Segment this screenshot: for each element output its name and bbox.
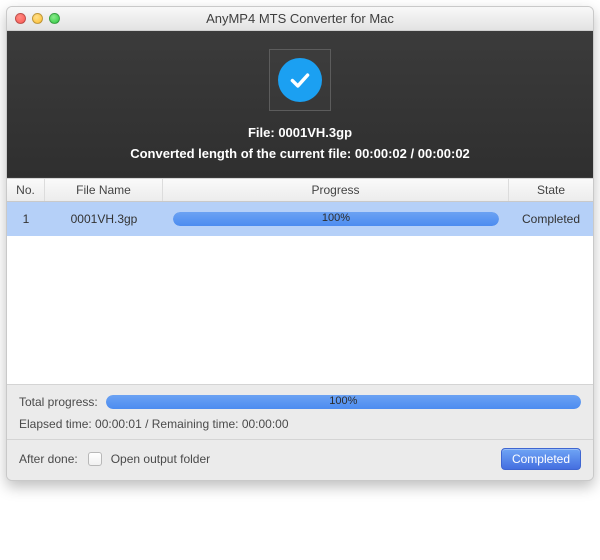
total-progress-label: Total progress:	[19, 395, 98, 409]
remaining-value: 00:00:00	[242, 417, 289, 431]
cell-state: Completed	[509, 202, 593, 236]
after-done-group: After done: Open output folder	[19, 449, 210, 469]
time-row: Elapsed time: 00:00:01 / Remaining time:…	[19, 417, 581, 431]
check-circle-icon	[278, 58, 322, 102]
close-icon[interactable]	[15, 13, 26, 24]
open-output-folder-label: Open output folder	[111, 452, 210, 466]
elapsed-prefix: Elapsed time:	[19, 417, 95, 431]
elapsed-value: 00:00:01	[95, 417, 142, 431]
current-file-name: 0001VH.3gp	[278, 125, 352, 140]
after-done-label: After done:	[19, 452, 78, 466]
zoom-icon[interactable]	[49, 13, 60, 24]
length-current: 00:00:02	[355, 146, 407, 161]
col-header-no[interactable]: No.	[7, 179, 45, 201]
total-progress-percent: 100%	[106, 395, 581, 407]
cell-progress: 100%	[163, 202, 509, 236]
cell-filename: 0001VH.3gp	[45, 202, 163, 236]
open-output-folder-checkbox[interactable]	[88, 452, 102, 466]
file-prefix: File:	[248, 125, 278, 140]
col-header-state[interactable]: State	[509, 179, 593, 201]
hero-length-line: Converted length of the current file: 00…	[17, 146, 583, 161]
minimize-icon[interactable]	[32, 13, 43, 24]
remaining-prefix: / Remaining time:	[142, 417, 242, 431]
table-body[interactable]: 1 0001VH.3gp 100% Completed	[7, 202, 593, 384]
footer-divider	[7, 439, 593, 440]
footer-bottom-row: After done: Open output folder Completed	[19, 448, 581, 470]
length-sep: /	[407, 146, 418, 161]
length-prefix: Converted length of the current file:	[130, 146, 355, 161]
status-icon-frame	[269, 49, 331, 111]
total-progress-row: Total progress: 100%	[19, 395, 581, 409]
footer-panel: Total progress: 100% Elapsed time: 00:00…	[7, 384, 593, 480]
row-progress-label: 100%	[173, 212, 499, 224]
length-total: 00:00:02	[418, 146, 470, 161]
window-controls	[7, 13, 60, 24]
table-row[interactable]: 1 0001VH.3gp 100% Completed	[7, 202, 593, 236]
app-window: AnyMP4 MTS Converter for Mac File: 0001V…	[6, 6, 594, 481]
titlebar[interactable]: AnyMP4 MTS Converter for Mac	[7, 7, 593, 31]
col-header-filename[interactable]: File Name	[45, 179, 163, 201]
total-progress-bar: 100%	[106, 395, 581, 409]
completed-button[interactable]: Completed	[501, 448, 581, 470]
row-progress-bar: 100%	[173, 212, 499, 226]
window-title: AnyMP4 MTS Converter for Mac	[7, 11, 593, 26]
hero-file-line: File: 0001VH.3gp	[17, 125, 583, 140]
cell-no: 1	[7, 202, 45, 236]
hero-panel: File: 0001VH.3gp Converted length of the…	[7, 31, 593, 178]
col-header-progress[interactable]: Progress	[163, 179, 509, 201]
table-header: No. File Name Progress State	[7, 178, 593, 202]
